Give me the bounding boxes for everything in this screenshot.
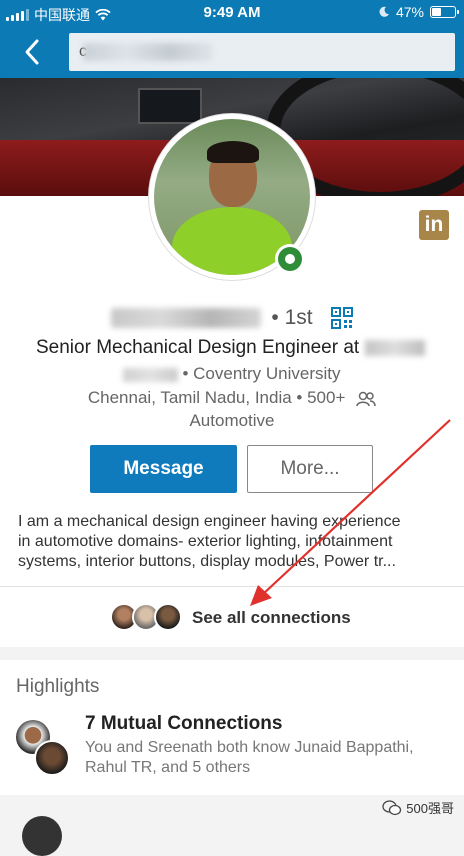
online-status-icon	[275, 244, 305, 274]
redacted-name	[110, 308, 261, 328]
qr-code-icon[interactable]	[331, 307, 354, 329]
summary-line: in automotive domains- exterior lighting…	[18, 533, 393, 550]
cover-infotainment-screen	[138, 88, 202, 124]
profile-headline-row: Senior Mechanical Design Engineer at	[36, 337, 426, 359]
profile-location-row: Chennai, Tamil Nadu, India • 500+	[0, 388, 464, 408]
profile-headline: Senior Mechanical Design Engineer at	[36, 337, 360, 358]
next-section-avatar	[22, 816, 62, 856]
profile-location: Chennai, Tamil Nadu, India • 500+	[87, 388, 346, 407]
avatar-hair	[207, 141, 259, 163]
chevron-left-icon[interactable]	[18, 36, 48, 68]
watermark-text: 500强哥	[406, 801, 454, 816]
redacted-company-short	[123, 367, 179, 382]
mutual-avatars	[16, 720, 72, 780]
redacted-search-text	[83, 43, 213, 61]
connection-avatar	[154, 603, 182, 631]
profile-summary[interactable]: I am a mechanical design engineer having…	[18, 512, 448, 572]
wechat-icon	[382, 799, 402, 815]
highlights-section: Highlights 7 Mutual Connections You and …	[0, 660, 464, 795]
message-button[interactable]: Message	[90, 445, 237, 493]
moon-icon	[379, 6, 389, 17]
avatar-shirt	[172, 207, 292, 275]
mutual-connections-description: You and Sreenath both know Junaid Bappat…	[85, 739, 414, 776]
status-bar: 中国联通 9:49 AM 47%	[0, 0, 464, 26]
mutual-connections-title[interactable]: 7 Mutual Connections	[85, 713, 282, 735]
battery-icon	[430, 6, 459, 18]
profile-industry: Automotive	[189, 411, 275, 430]
watermark: 500强哥	[382, 798, 454, 817]
connections-people-icon	[356, 391, 376, 406]
battery-fill	[432, 8, 441, 16]
see-all-connections-row[interactable]: See all connections	[0, 587, 464, 647]
profile-education-row: • Coventry University	[0, 364, 464, 384]
profile-name-row: • 1st	[0, 306, 464, 336]
status-right: 47%	[378, 4, 459, 20]
battery-percent: 47%	[395, 4, 424, 20]
summary-line: I am a mechanical design engineer having…	[18, 513, 401, 530]
connection-degree: • 1st	[271, 306, 313, 329]
highlights-title: Highlights	[16, 676, 100, 697]
mutual-avatar	[34, 740, 70, 776]
redacted-company	[365, 339, 426, 356]
summary-line: systems, interior buttons, display modul…	[18, 553, 396, 570]
nav-bar	[0, 26, 464, 78]
connection-avatars	[110, 603, 186, 633]
search-box[interactable]	[69, 33, 455, 71]
profile-education: • Coventry University	[182, 364, 341, 383]
linkedin-badge-icon[interactable]: in	[419, 210, 449, 240]
more-button[interactable]: More...	[247, 445, 373, 493]
see-all-connections-link[interactable]: See all connections	[192, 608, 351, 628]
